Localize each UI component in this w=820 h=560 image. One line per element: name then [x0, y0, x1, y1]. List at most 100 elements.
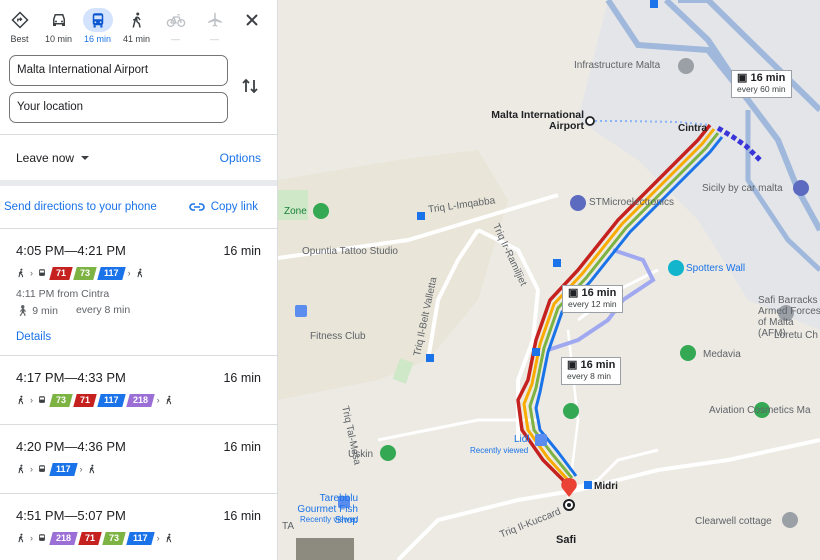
bus-stop[interactable] — [584, 481, 592, 489]
poi-zone[interactable] — [313, 203, 329, 219]
poi-stmicro[interactable] — [570, 195, 586, 211]
chevron-right-icon: › — [156, 395, 160, 405]
route-option[interactable]: 4:51 PM—5:07 PM 16 min › 218 71 73 117 › — [0, 494, 277, 560]
leave-now-dropdown[interactable]: Leave now — [16, 151, 92, 165]
map-label: Clearwell cottage — [695, 516, 772, 527]
mode-transit[interactable]: 16 min — [78, 8, 117, 45]
walk-icon — [125, 8, 149, 32]
link-icon — [188, 203, 205, 211]
swap-button[interactable] — [240, 76, 260, 96]
walk-time: 🚶︎ 9 min — [16, 305, 58, 317]
transit-callout[interactable]: ▣ 16 min every 60 min — [731, 70, 792, 98]
poi-spotters[interactable] — [668, 260, 684, 276]
plane-icon — [203, 8, 227, 32]
leave-bar: Leave now Options — [0, 135, 277, 180]
walk-icon — [18, 533, 24, 543]
close-icon — [246, 14, 258, 26]
callout-frequency: every 12 min — [568, 299, 617, 309]
send-to-phone-link[interactable]: Send directions to your phone — [4, 201, 157, 213]
mode-flight[interactable]: — — [195, 8, 234, 45]
airport-marker[interactable] — [585, 116, 595, 126]
transit-callout[interactable]: ▣ 16 min every 12 min — [562, 285, 623, 313]
mode-driving[interactable]: 10 min — [39, 8, 78, 45]
route-time-range: 4:20 PM—4:36 PM — [16, 439, 126, 454]
poi-fitness[interactable] — [295, 305, 307, 317]
poi-lidl[interactable] — [535, 434, 547, 446]
route-steps: › 73 71 117 218 › — [16, 393, 261, 407]
copy-link-button[interactable]: Copy link — [188, 201, 258, 213]
map-label: Uskin — [348, 449, 374, 460]
route-option[interactable]: 4:20 PM—4:36 PM 16 min › 117 › — [0, 425, 277, 493]
poi-infrastructure[interactable] — [678, 58, 694, 74]
bus-icon: ▣ — [737, 72, 748, 84]
callout-time: 16 min — [750, 72, 786, 84]
poi-sicily-car[interactable] — [793, 180, 809, 196]
route-time-range: 4:05 PM—4:21 PM — [16, 243, 126, 258]
walk-icon — [18, 464, 24, 474]
frequency: every 8 min — [75, 304, 131, 316]
map-label: Fitness Club — [310, 331, 366, 342]
map-label: Loretu Ch — [774, 330, 818, 341]
poi-uskin[interactable] — [380, 445, 396, 461]
mode-best[interactable]: Best — [0, 8, 39, 45]
share-bar: Send directions to your phone Copy link — [0, 186, 277, 228]
mode-label: Best — [10, 34, 29, 44]
mode-walking[interactable]: 41 min — [117, 8, 156, 45]
close-button[interactable] — [240, 8, 264, 32]
route-time-range: 4:17 PM—4:33 PM — [16, 370, 126, 385]
route-duration: 16 min — [223, 440, 261, 454]
bus-stop[interactable] — [650, 0, 658, 8]
bus-icon — [39, 396, 45, 403]
poi-green[interactable] — [563, 403, 579, 419]
bus-icon — [39, 465, 45, 472]
bus-stop[interactable] — [553, 259, 561, 267]
poi-clearwell[interactable] — [782, 512, 798, 528]
bus-icon — [82, 8, 113, 32]
line-badge: 73 — [102, 531, 126, 545]
map-label-cintra: Cintra — [678, 123, 707, 134]
map-label: Sicily by car malta — [702, 183, 783, 194]
car-icon — [47, 8, 71, 32]
bike-icon — [164, 8, 188, 32]
bus-icon — [39, 269, 45, 276]
road — [396, 438, 820, 560]
photo-thumbnail[interactable] — [296, 538, 354, 560]
route-steps: › 218 71 73 117 › — [16, 531, 261, 545]
copy-link-label: Copy link — [210, 201, 258, 213]
map-label: Zone — [284, 206, 307, 217]
callout-time: 16 min — [580, 359, 616, 371]
map-label: TA — [282, 521, 295, 532]
transit-callout[interactable]: ▣ 16 min every 8 min — [561, 357, 622, 385]
destination-input[interactable]: Your location — [9, 92, 228, 123]
map-label: Infrastructure Malta — [574, 60, 661, 71]
map-canvas[interactable]: Infrastructure Malta Malta International… — [278, 0, 820, 560]
options-button[interactable]: Options — [220, 151, 261, 165]
walk-icon — [88, 464, 94, 474]
mode-label: 10 min — [44, 34, 72, 44]
route-option[interactable]: 4:17 PM—4:33 PM 16 min › 73 71 117 218 › — [0, 356, 277, 424]
origin-input[interactable]: Malta International Airport — [9, 55, 228, 86]
bus-icon: ▣ — [568, 287, 579, 299]
walk-icon — [18, 268, 24, 278]
poi-medavia[interactable] — [680, 345, 696, 361]
bus-stop[interactable] — [417, 212, 425, 220]
departure-info: 4:11 PM from Cintra — [16, 288, 110, 300]
map-label: Aviation Cosmetics Ma — [709, 405, 811, 416]
chevron-right-icon: › — [30, 395, 33, 405]
callout-frequency: every 8 min — [567, 371, 611, 381]
mode-label: — — [210, 34, 219, 44]
your-location-dot — [567, 503, 571, 507]
map-label: Medavia — [703, 349, 741, 360]
bus-stop[interactable] — [532, 348, 540, 356]
map-label-airport: Malta International Airport — [491, 109, 584, 132]
mode-label: — — [171, 34, 180, 44]
chevron-right-icon: › — [156, 533, 160, 543]
mode-cycling[interactable]: — — [156, 8, 195, 45]
line-badge: 117 — [49, 462, 78, 476]
route-option[interactable]: 4:05 PM—4:21 PM 16 min › 71 73 117 › 4:1… — [0, 229, 277, 355]
bus-stop[interactable] — [426, 354, 434, 362]
callout-frequency: every 60 min — [737, 84, 786, 94]
walk-icon — [166, 395, 171, 405]
chevron-right-icon: › — [79, 464, 83, 474]
details-link[interactable]: Details — [16, 331, 261, 343]
